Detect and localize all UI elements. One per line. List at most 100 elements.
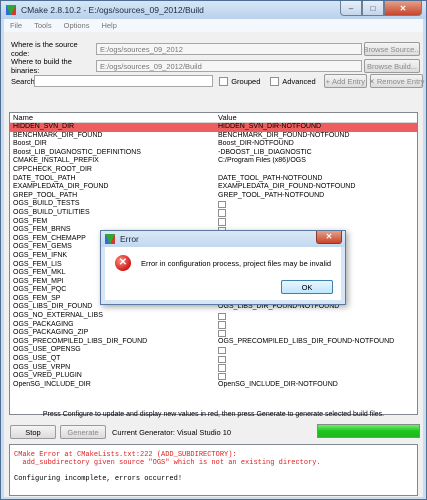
row-checkbox[interactable] — [218, 312, 226, 321]
stop-button[interactable]: Stop — [10, 425, 56, 439]
search-row: Search: Grouped Advanced + Add Entry ✕ R… — [4, 74, 425, 88]
menu-file[interactable]: File — [4, 21, 28, 30]
cmake-logo-icon — [6, 4, 17, 16]
menu-bar: File Tools Options Help — [4, 19, 423, 32]
table-row[interactable]: OGS_PACKAGING_ZIP — [10, 329, 417, 338]
row-value[interactable] — [215, 372, 417, 381]
remove-entry-button[interactable]: ✕ Remove Entry — [368, 74, 425, 88]
generate-button[interactable]: Generate — [60, 425, 106, 439]
title-bar[interactable]: CMake 2.8.10.2 - E:/ogs/sources_09_2012/… — [1, 1, 426, 19]
row-value[interactable]: C:/Program Files (x86)/OGS — [215, 157, 417, 166]
row-value[interactable]: -DBOOST_LIB_DIAGNOSTIC — [215, 149, 417, 158]
row-value[interactable] — [215, 329, 417, 338]
source-path-field[interactable]: E:/ogs/sources_09_2012 — [96, 43, 362, 55]
row-checkbox[interactable] — [218, 329, 226, 338]
row-name: OGS_PACKAGING — [13, 320, 74, 328]
value-column-header[interactable]: Value — [215, 113, 237, 122]
table-row[interactable]: OGS_VRED_PLUGIN — [10, 372, 417, 381]
row-value[interactable] — [215, 312, 417, 321]
generator-label: Current Generator: Visual Studio 10 — [112, 427, 232, 437]
row-checkbox[interactable] — [218, 321, 226, 329]
row-checkbox[interactable] — [218, 218, 226, 226]
row-name: OGS_USE_VRPN — [13, 363, 71, 371]
advanced-checkbox[interactable] — [270, 76, 280, 86]
grouped-checkbox[interactable] — [219, 76, 229, 86]
row-name: GREP_TOOL_PATH — [13, 191, 78, 199]
menu-tools[interactable]: Tools — [28, 21, 58, 30]
row-name: BENCHMARK_DIR_FOUND — [13, 131, 103, 139]
add-entry-button[interactable]: + Add Entry — [323, 74, 367, 88]
add-entry-label: Add Entry — [332, 76, 365, 86]
row-value[interactable]: EXAMPLEDATA_DIR_FOUND-NOTFOUND — [215, 183, 417, 192]
binaries-row: Where to build the binaries: E:/ogs/sour… — [4, 57, 423, 75]
dialog-title-bar[interactable]: Error ✕ — [101, 231, 345, 247]
row-checkbox[interactable] — [218, 209, 226, 217]
row-value[interactable] — [215, 209, 417, 218]
row-name: Boost_LIB_DIAGNOSTIC_DEFINITIONS — [13, 148, 141, 156]
row-checkbox[interactable] — [218, 372, 226, 381]
table-row[interactable]: OGS_FEM — [10, 218, 417, 227]
table-row[interactable]: OGS_USE_QT — [10, 355, 417, 364]
row-value[interactable]: Boost_DIR-NOTFOUND — [215, 140, 417, 149]
row-value[interactable] — [215, 346, 417, 355]
row-value[interactable] — [215, 364, 417, 373]
row-value[interactable] — [215, 321, 417, 330]
table-row[interactable]: Boost_DIR Boost_DIR-NOTFOUND — [10, 140, 417, 149]
search-input[interactable] — [34, 75, 214, 87]
table-row[interactable]: OGS_NO_EXTERNAL_LIBS — [10, 312, 417, 321]
window-controls: – □ ✕ — [340, 1, 422, 17]
row-value[interactable]: OGS_PRECOMPILED_LIBS_DIR_FOUND-NOTFOUND — [215, 338, 417, 347]
close-button[interactable]: ✕ — [384, 1, 422, 16]
row-value[interactable] — [215, 200, 417, 209]
row-checkbox[interactable] — [218, 355, 226, 364]
table-row[interactable]: OGS_USE_VRPN — [10, 364, 417, 373]
row-value[interactable] — [215, 355, 417, 364]
table-row[interactable]: OpenSG_INCLUDE_DIR OpenSG_INCLUDE_DIR-NOT… — [10, 381, 417, 390]
row-checkbox[interactable] — [218, 364, 226, 372]
table-row[interactable]: OGS_BUILD_UTILITIES — [10, 209, 417, 218]
dialog-message: Error in configuration process, project … — [141, 259, 332, 268]
maximize-button[interactable]: □ — [362, 1, 384, 16]
x-icon: ✕ — [368, 76, 375, 86]
table-row[interactable]: CPPCHECK_ROOT_DIR — [10, 166, 417, 175]
row-name: OGS_USE_QT — [13, 355, 61, 363]
menu-help[interactable]: Help — [95, 21, 122, 30]
table-row[interactable]: OGS_BUILD_TESTS — [10, 200, 417, 209]
binaries-path-field[interactable]: E:/ogs/sources_09_2012/Build — [96, 60, 362, 72]
name-column-header[interactable]: Name — [10, 113, 215, 122]
table-row[interactable]: OGS_PRECOMPILED_LIBS_DIR_FOUND OGS_PRECOM… — [10, 338, 417, 347]
table-row[interactable]: Boost_LIB_DIAGNOSTIC_DEFINITIONS -DBOOST_… — [10, 149, 417, 158]
ok-button[interactable]: OK — [281, 280, 333, 294]
row-value[interactable]: HIDDEN_SVN_DIR-NOTFOUND — [215, 123, 417, 132]
row-value[interactable] — [215, 166, 417, 175]
row-value[interactable] — [215, 218, 417, 227]
minimize-button[interactable]: – — [340, 1, 362, 16]
table-row[interactable]: HIDDEN_SVN_DIR HIDDEN_SVN_DIR-NOTFOUND — [10, 123, 417, 132]
table-row[interactable]: OGS_USE_OPENSG — [10, 346, 417, 355]
advanced-label: Advanced — [282, 76, 316, 86]
row-value[interactable]: OpenSG_INCLUDE_DIR-NOTFOUND — [215, 381, 417, 390]
main-panel: File Tools Options Help Where is the sou… — [4, 19, 425, 497]
table-row[interactable]: BENCHMARK_DIR_FOUND BENCHMARK_DIR_FOUND-N… — [10, 132, 417, 141]
table-row[interactable]: OGS_PACKAGING — [10, 321, 417, 330]
dialog-body: ✕ Error in configuration process, projec… — [105, 247, 341, 300]
output-log[interactable]: CMake Error at CMakeLists.txt:222 (ADD_S… — [9, 444, 418, 496]
browse-source-button[interactable]: Browse Source... — [363, 42, 421, 56]
row-checkbox[interactable] — [218, 200, 226, 209]
table-row[interactable]: CMAKE_INSTALL_PREFIX C:/Program Files (x8… — [10, 157, 417, 166]
row-name: OGS_BUILD_TESTS — [13, 200, 80, 208]
row-name: OGS_USE_OPENSG — [13, 346, 81, 354]
row-value[interactable]: BENCHMARK_DIR_FOUND-NOTFOUND — [215, 132, 417, 141]
dialog-close-button[interactable]: ✕ — [316, 231, 342, 244]
browse-build-button[interactable]: Browse Build... — [364, 59, 420, 73]
row-value[interactable]: GREP_TOOL_PATH-NOTFOUND — [215, 192, 417, 201]
remove-entry-label: Remove Entry — [376, 76, 425, 86]
row-value[interactable]: DATE_TOOL_PATH-NOTFOUND — [215, 175, 417, 184]
table-row[interactable]: EXAMPLEDATA_DIR_FOUND EXAMPLEDATA_DIR_FOU… — [10, 183, 417, 192]
table-row[interactable]: GREP_TOOL_PATH GREP_TOOL_PATH-NOTFOUND — [10, 192, 417, 201]
row-checkbox[interactable] — [218, 346, 226, 355]
menu-options[interactable]: Options — [58, 21, 96, 30]
row-name: OGS_BUILD_UTILITIES — [13, 208, 90, 216]
table-row[interactable]: DATE_TOOL_PATH DATE_TOOL_PATH-NOTFOUND — [10, 175, 417, 184]
